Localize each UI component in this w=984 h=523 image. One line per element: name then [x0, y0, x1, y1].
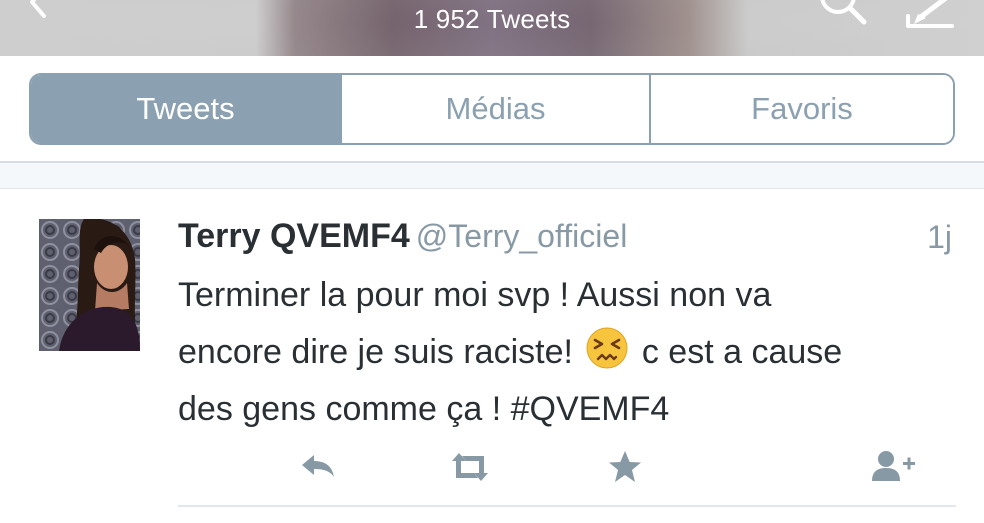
tweet-item[interactable]: Terry QVEMF4 @Terry_officiel 1j Terminer …	[0, 189, 984, 523]
reply-icon[interactable]	[296, 447, 340, 487]
avatar[interactable]	[39, 219, 140, 351]
tab-medias[interactable]: Médias	[342, 75, 651, 143]
tab-tweets[interactable]: Tweets	[31, 75, 342, 143]
follow-icon[interactable]	[868, 447, 918, 487]
timeline-separator	[0, 161, 984, 189]
favorite-icon[interactable]	[603, 447, 647, 487]
tweet-header: Terry QVEMF4 @Terry_officiel 1j	[178, 217, 958, 261]
search-icon[interactable]	[816, 0, 872, 30]
tab-bar: Tweets Médias Favoris	[0, 56, 984, 162]
segmented-control: Tweets Médias Favoris	[29, 73, 955, 145]
retweet-icon[interactable]	[448, 447, 492, 487]
tweet-text-line-2a: encore dire je suis raciste!	[178, 333, 573, 371]
tweet-text-line-3: des gens comme ça ! #QVEMF4	[178, 390, 670, 428]
tweet-text: Terminer la pour moi svp ! Aussi non va …	[178, 267, 938, 438]
tab-favoris[interactable]: Favoris	[651, 75, 953, 143]
tweet-timestamp: 1j	[927, 219, 952, 255]
user-handle[interactable]: @Terry_officiel	[416, 218, 628, 254]
persevering-face-icon	[586, 327, 628, 369]
tweet-text-line-2b: c est a cause	[641, 333, 843, 371]
compose-icon[interactable]	[900, 0, 962, 32]
display-name[interactable]: Terry QVEMF4	[178, 217, 410, 255]
tweet-actions	[178, 439, 956, 507]
profile-header: 1 952 Tweets	[0, 0, 984, 56]
tweet-text-line-1: Terminer la pour moi svp ! Aussi non va	[178, 276, 772, 314]
